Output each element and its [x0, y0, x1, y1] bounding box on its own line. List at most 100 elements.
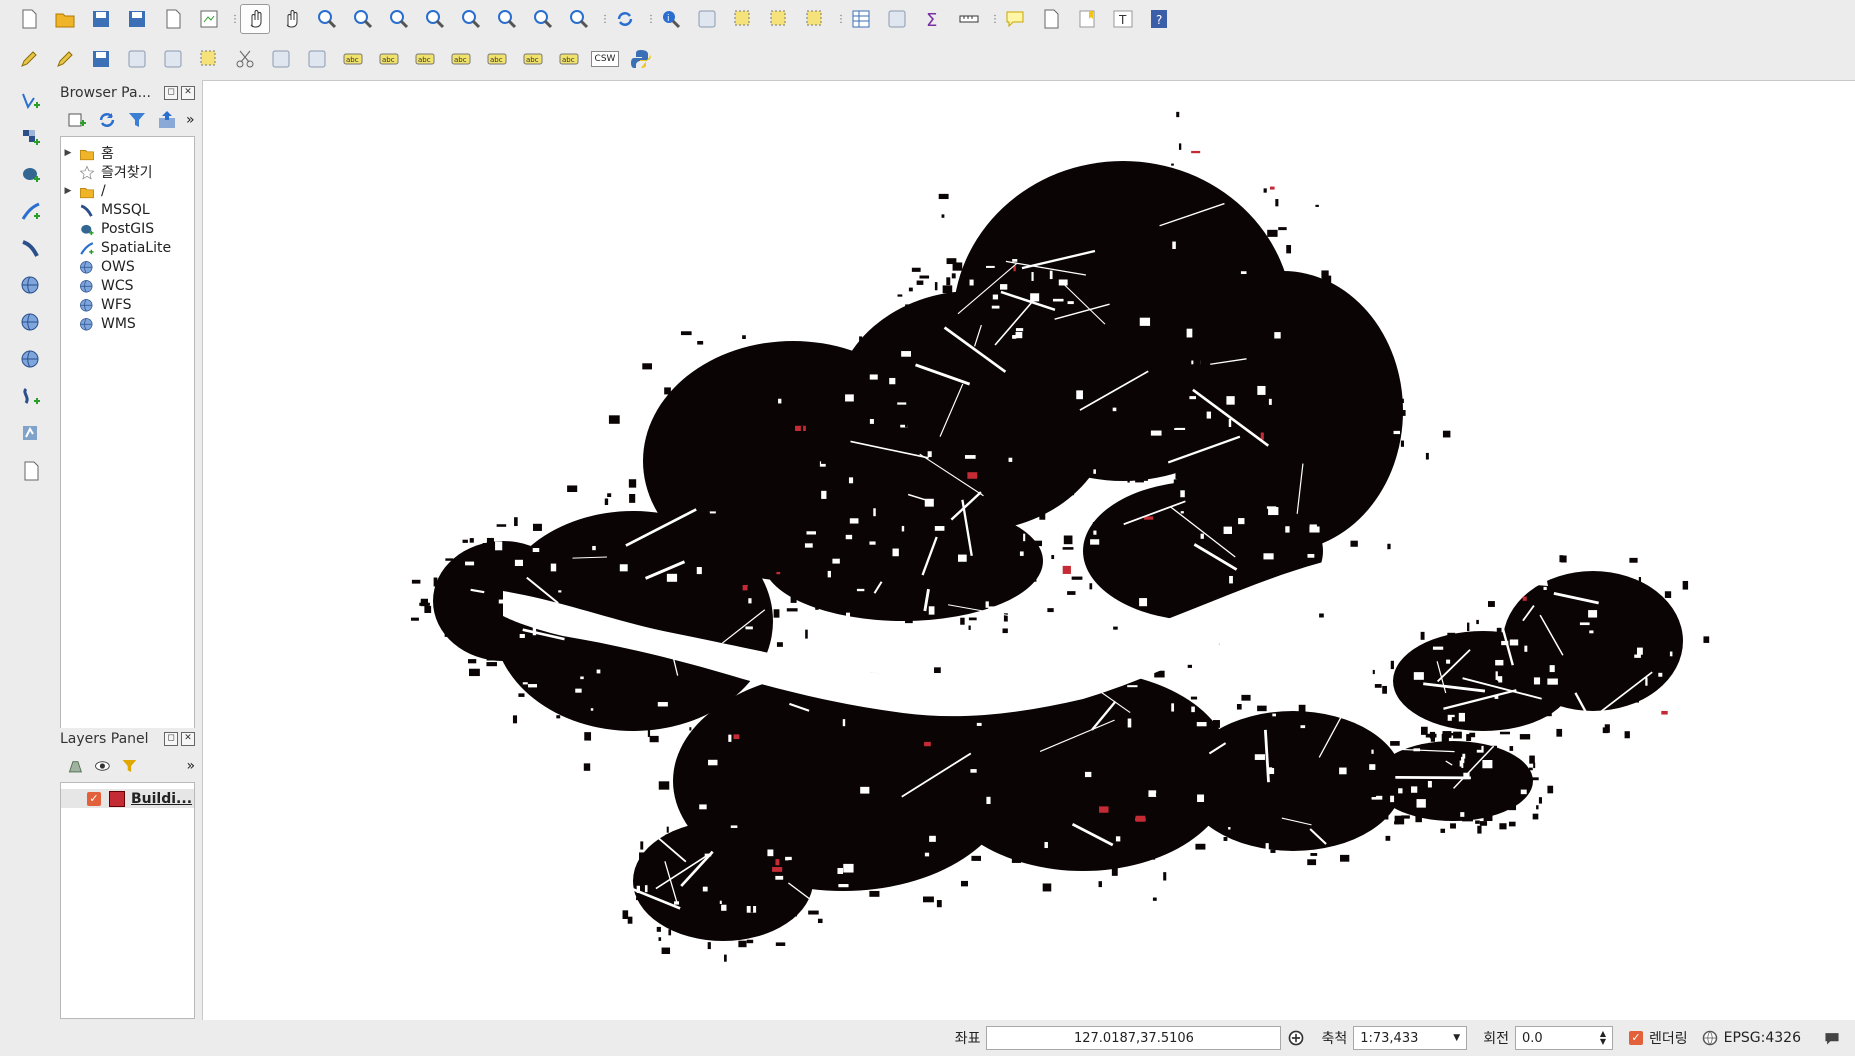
measure-icon[interactable]	[954, 4, 984, 34]
identify-icon[interactable]: i	[656, 4, 686, 34]
save-as-icon[interactable]	[122, 4, 152, 34]
zoom-full-icon[interactable]	[420, 4, 450, 34]
cut-features-icon[interactable]	[230, 44, 260, 74]
add-spatialite-layer-icon[interactable]	[14, 197, 48, 227]
help-icon[interactable]: ?	[1144, 4, 1174, 34]
select-features-icon[interactable]	[728, 4, 758, 34]
add-wms-layer-icon[interactable]	[14, 271, 48, 301]
style-manager-icon[interactable]	[66, 755, 85, 777]
label-abc-icon[interactable]: abc	[338, 44, 368, 74]
add-selected-layers-icon[interactable]	[66, 109, 88, 131]
zoom-next-icon[interactable]	[564, 4, 594, 34]
layout-manager-icon[interactable]	[194, 4, 224, 34]
zoom-to-layer-icon[interactable]	[492, 4, 522, 34]
add-wcs-layer-icon[interactable]	[14, 308, 48, 338]
save-edits-icon[interactable]	[86, 44, 116, 74]
toggle-extents-icon[interactable]	[1287, 1029, 1305, 1047]
select-expression-icon[interactable]	[764, 4, 794, 34]
zoom-last-icon[interactable]	[528, 4, 558, 34]
add-mssql-layer-icon[interactable]	[14, 234, 48, 264]
field-calculator-icon[interactable]	[882, 4, 912, 34]
layer-visibility-checkbox[interactable]: ✓	[87, 791, 101, 806]
browser-item[interactable]: WMS	[61, 314, 194, 333]
add-vector-layer-icon[interactable]	[14, 86, 48, 116]
layers-tree[interactable]: ✓ Buildi...	[60, 782, 195, 1019]
coordinate-field[interactable]: 127.0187,37.5106	[986, 1026, 1282, 1050]
pan-to-selection-icon[interactable]	[276, 4, 306, 34]
zoom-to-selection-icon[interactable]	[456, 4, 486, 34]
statistics-icon[interactable]: Σ	[918, 4, 948, 34]
paste-features-icon[interactable]	[302, 44, 332, 74]
attribute-table-icon[interactable]	[846, 4, 876, 34]
collapse-all-icon[interactable]	[156, 109, 178, 131]
action-icon[interactable]	[692, 4, 722, 34]
render-checkbox[interactable]: ✓	[1628, 1031, 1643, 1045]
more-tools-icon[interactable]: »	[186, 758, 195, 774]
browser-item[interactable]: 즐겨찾기	[61, 162, 194, 181]
copy-features-icon[interactable]	[266, 44, 296, 74]
toggle-editing-icon[interactable]	[50, 44, 80, 74]
show-hide-labels-icon[interactable]: abc	[446, 44, 476, 74]
add-raster-layer-icon[interactable]	[14, 123, 48, 153]
map-canvas[interactable]	[202, 80, 1855, 1020]
close-panel-icon[interactable]: ✕	[181, 86, 195, 100]
layer-labeling-icon[interactable]: abc	[374, 44, 404, 74]
delete-selected-icon[interactable]	[194, 44, 224, 74]
vertex-tool-icon[interactable]	[158, 44, 188, 74]
browser-item[interactable]: PostGIS	[61, 219, 194, 238]
more-tools-icon[interactable]: »	[186, 112, 195, 128]
zoom-in-icon[interactable]	[312, 4, 342, 34]
spin-arrows-icon[interactable]: ▲ ▼	[1600, 1030, 1606, 1046]
browser-item[interactable]: OWS	[61, 257, 194, 276]
add-wfs-layer-icon[interactable]	[14, 345, 48, 375]
chevron-down-icon[interactable]: ▼	[1453, 1033, 1460, 1043]
expand-arrow-icon[interactable]: ▶	[61, 148, 75, 158]
new-bookmark-icon[interactable]	[1036, 4, 1066, 34]
refresh-icon[interactable]	[96, 109, 118, 131]
digitize-icon[interactable]	[14, 44, 44, 74]
crs-globe-icon[interactable]	[1702, 1030, 1718, 1046]
visibility-eye-icon[interactable]	[93, 755, 112, 777]
save-project-icon[interactable]	[86, 4, 116, 34]
open-project-icon[interactable]	[50, 4, 80, 34]
browser-item[interactable]: SpatiaLite	[61, 238, 194, 257]
change-label-icon[interactable]: abc	[554, 44, 584, 74]
rotation-spinbox[interactable]: 0.0 ▲ ▼	[1514, 1026, 1613, 1050]
rotate-label-icon[interactable]: abc	[518, 44, 548, 74]
map-tips-icon[interactable]	[1000, 4, 1030, 34]
pin-labels-icon[interactable]: abc	[410, 44, 440, 74]
show-bookmarks-icon[interactable]	[1072, 4, 1102, 34]
browser-item[interactable]: MSSQL	[61, 200, 194, 219]
filter-legend-icon[interactable]	[120, 755, 139, 777]
new-layer-icon[interactable]	[14, 456, 48, 486]
float-panel-icon[interactable]: ◻	[164, 732, 178, 746]
new-print-layout-icon[interactable]	[158, 4, 188, 34]
deselect-icon[interactable]	[800, 4, 830, 34]
browser-item[interactable]: ▶ 홈	[61, 143, 194, 162]
add-postgis-layer-icon[interactable]	[14, 160, 48, 190]
scale-combo[interactable]: 1:73,433 ▼	[1353, 1026, 1468, 1050]
pan-map-icon[interactable]	[240, 4, 270, 34]
add-virtual-layer-icon[interactable]	[14, 419, 48, 449]
browser-item[interactable]: WFS	[61, 295, 194, 314]
close-panel-icon[interactable]: ✕	[181, 732, 195, 746]
python-console-icon[interactable]	[626, 44, 656, 74]
add-feature-icon[interactable]	[122, 44, 152, 74]
filter-icon[interactable]	[126, 109, 148, 131]
move-label-icon[interactable]: abc	[482, 44, 512, 74]
layer-row[interactable]: ✓ Buildi...	[61, 789, 194, 808]
expand-arrow-icon[interactable]: ▶	[61, 186, 75, 196]
browser-tree[interactable]: ▶ 홈 즐겨찾기 ▶ / MSSQL PostGIS SpatiaLite OWS WCS WFS W…	[60, 136, 195, 731]
browser-item[interactable]: ▶ /	[61, 181, 194, 200]
messages-icon[interactable]	[1823, 1029, 1841, 1047]
zoom-native-icon[interactable]	[384, 4, 414, 34]
float-panel-icon[interactable]: ◻	[164, 86, 178, 100]
zoom-out-icon[interactable]	[348, 4, 378, 34]
crs-label[interactable]: EPSG:4326	[1724, 1030, 1801, 1046]
browser-item[interactable]: WCS	[61, 276, 194, 295]
text-annotation-icon[interactable]: T	[1108, 4, 1138, 34]
new-project-icon[interactable]	[14, 4, 44, 34]
refresh-icon[interactable]	[610, 4, 640, 34]
csw-icon[interactable]: CSW	[590, 44, 620, 74]
add-delimited-text-icon[interactable]	[14, 382, 48, 412]
